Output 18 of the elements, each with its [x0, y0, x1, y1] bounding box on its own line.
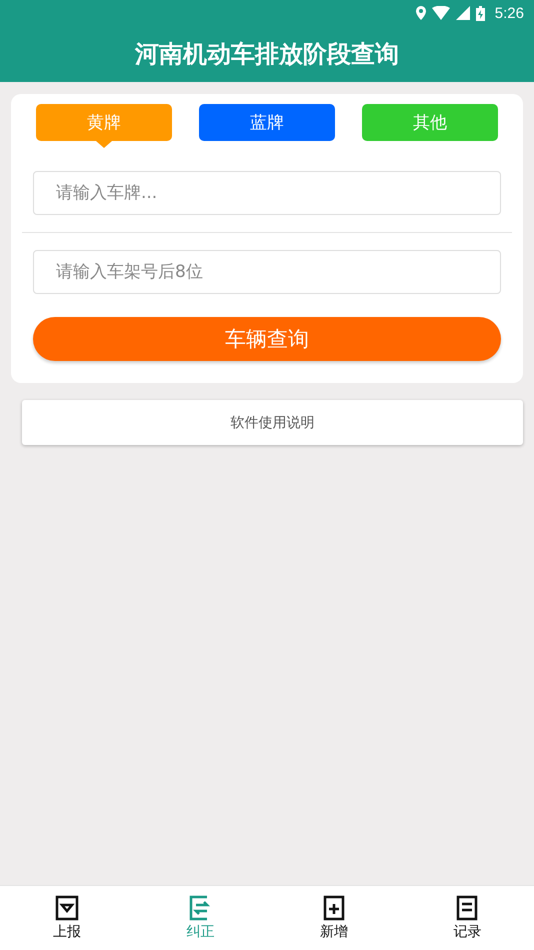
nav-item[interactable]: 新增: [267, 886, 400, 950]
plate-tab[interactable]: 蓝牌: [199, 104, 335, 141]
document-icon: [454, 895, 480, 921]
tab-pointer-icon: [96, 141, 112, 148]
nav-item[interactable]: 上报: [0, 886, 134, 950]
wifi-icon: [432, 6, 450, 20]
app-title: 河南机动车排放阶段查询: [135, 39, 399, 70]
help-button[interactable]: 软件使用说明: [22, 400, 523, 445]
plate-input-field[interactable]: 请输入车牌...: [33, 171, 501, 215]
location-icon: [416, 6, 426, 20]
nav-item[interactable]: 记录: [400, 886, 534, 950]
signal-icon: [456, 6, 470, 20]
clock-time: 5:26: [494, 4, 524, 22]
query-button[interactable]: 车辆查询: [33, 317, 501, 361]
vin-input-field[interactable]: 请输入车架号后8位: [33, 250, 501, 294]
battery-icon: [476, 6, 485, 20]
nav-item[interactable]: 纠正: [134, 886, 267, 950]
receipt-icon: [54, 895, 80, 921]
